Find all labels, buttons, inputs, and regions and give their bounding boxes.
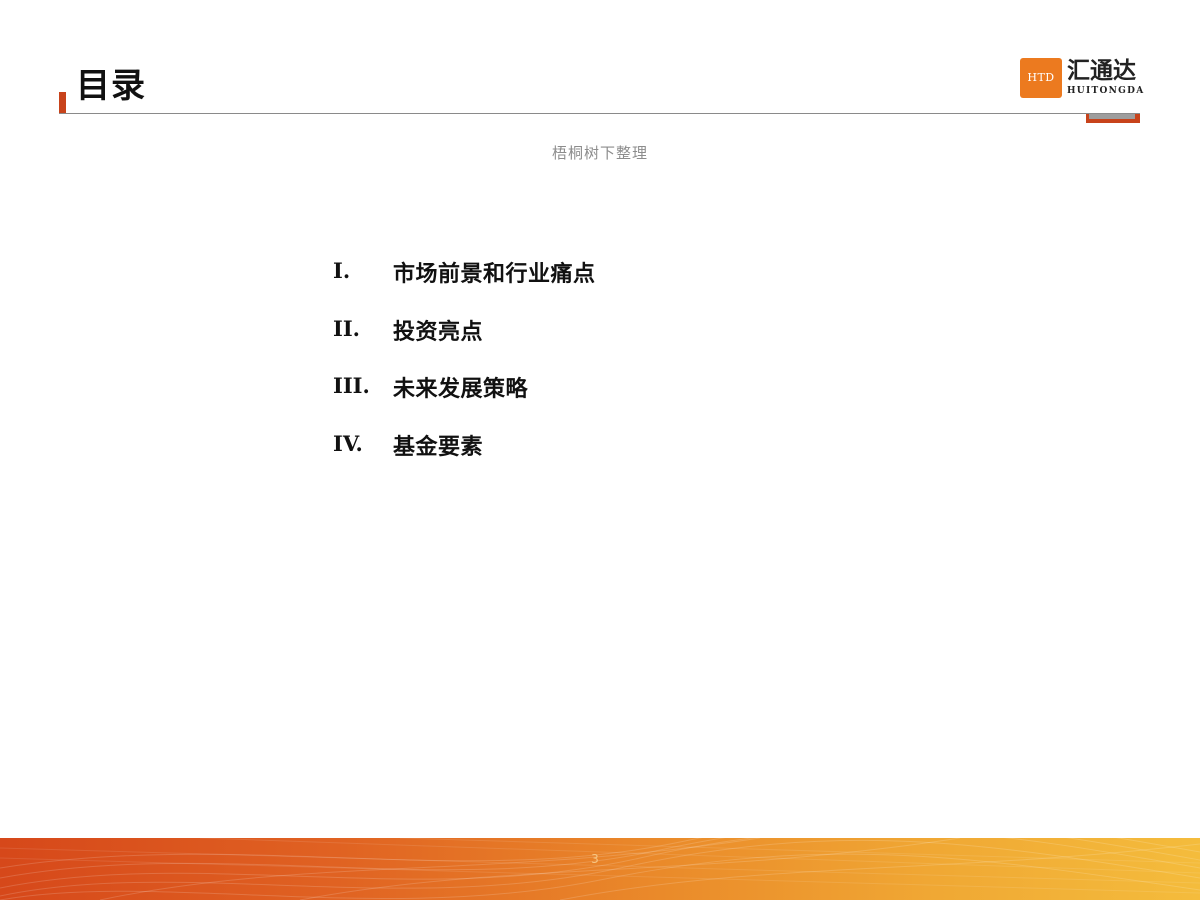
toc-label: 投资亮点 [393, 319, 484, 345]
source-watermark: 梧桐树下整理 [551, 144, 648, 162]
toc-label: 未来发展策略 [393, 377, 529, 402]
toc-label: 市场前景和行业痛点 [393, 262, 596, 287]
footer-curve-pattern [0, 838, 1200, 900]
footer-decorative-band [0, 838, 1200, 900]
toc-item: II. 投资亮点 [333, 314, 833, 372]
page-title: 目录 [76, 66, 146, 106]
toc-item: III. 未来发展策略 [333, 371, 833, 429]
table-of-contents: I. 市场前景和行业痛点 II. 投资亮点 III. 未来发展策略 IV. 基金… [333, 256, 833, 486]
title-accent-bar [59, 92, 66, 114]
toc-numeral: III. [333, 373, 370, 398]
title-divider [59, 113, 1140, 114]
divider-accent-inner [1089, 114, 1135, 119]
logo-name-cn: 汇通达 [1067, 57, 1136, 84]
company-logo: HTD 汇通达 HUITONGDA [1020, 57, 1145, 100]
toc-numeral: IV. [333, 430, 363, 456]
logo-name-en: HUITONGDA [1067, 86, 1145, 96]
logo-badge: HTD [1020, 58, 1062, 98]
toc-numeral: I. [333, 258, 351, 283]
toc-label: 基金要素 [393, 434, 484, 460]
toc-numeral: II. [333, 315, 360, 341]
toc-item: IV. 基金要素 [333, 429, 833, 487]
toc-item: I. 市场前景和行业痛点 [333, 256, 833, 314]
page-number: 3 [591, 852, 599, 866]
slide: 目录 HTD 汇通达 HUITONGDA 梧桐树下整理 I. 市场前景和行业痛点… [0, 0, 1200, 900]
